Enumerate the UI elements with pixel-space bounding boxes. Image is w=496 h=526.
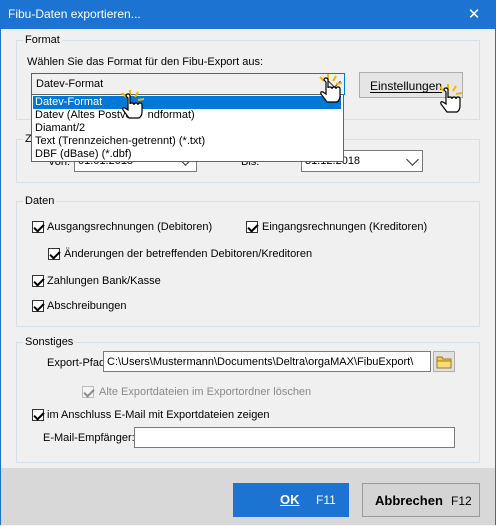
eingangsrechnungen-label: Eingangsrechnungen (Kreditoren)	[262, 221, 428, 233]
abschreibungen-label: Abschreibungen	[47, 300, 127, 312]
hand-cursor-icon	[439, 84, 463, 113]
eingangsrechnungen-checkbox[interactable]	[246, 221, 258, 233]
dropdown-option-label: Text (Trennzeichen-getrennt) (*.txt)	[35, 135, 206, 147]
export-pfad-value: C:\Users\Mustermann\Documents\Deltra\org…	[107, 356, 414, 368]
dropdown-option[interactable]: DBF (dBase) (*.dbf)	[33, 148, 341, 161]
settings-button-label: Einstellungen	[370, 79, 443, 93]
browse-folder-button[interactable]	[433, 351, 455, 372]
ausgangsrechnungen-label: Ausgangsrechnungen (Debitoren)	[47, 221, 213, 233]
dropdown-option-label: Diamant/2	[35, 122, 86, 134]
sonstiges-legend: Sonstiges	[23, 336, 76, 348]
title-bar: Fibu-Daten exportieren... ✕	[0, 0, 496, 29]
daten-legend: Daten	[23, 195, 57, 207]
ok-button[interactable]: OK F11	[233, 483, 349, 517]
dropdown-option[interactable]: Datev (Altes Postve ndformat)	[33, 109, 341, 122]
ausgangsrechnungen-checkbox[interactable]	[32, 221, 44, 233]
dropdown-option[interactable]: Diamant/2	[33, 122, 341, 135]
aenderungen-label: Änderungen der betreffenden Debitoren/Kr…	[64, 248, 313, 260]
zahlungen-checkbox[interactable]	[32, 275, 44, 287]
dropdown-option-label: DBF (dBase) (*.dbf)	[35, 148, 132, 160]
hand-cursor-icon	[319, 74, 343, 103]
export-pfad-input[interactable]: C:\Users\Mustermann\Documents\Deltra\org…	[103, 351, 431, 372]
abbrechen-button[interactable]: Abbrechen F12	[362, 483, 480, 517]
email-empfaenger-input[interactable]	[134, 427, 455, 448]
dropdown-option-label: Datev-Format	[35, 96, 103, 108]
dropdown-option[interactable]: Datev-Format	[33, 96, 341, 109]
ok-button-label: OK	[280, 492, 300, 507]
zahlungen-label: Zahlungen Bank/Kasse	[47, 275, 161, 287]
hand-cursor-icon	[121, 90, 145, 119]
abbrechen-button-label: Abbrechen	[375, 493, 443, 508]
folder-icon	[436, 356, 452, 369]
email-empfaenger-label: E-Mail-Empfänger:	[43, 432, 135, 444]
email-zeigen-checkbox[interactable]	[32, 409, 44, 421]
aenderungen-checkbox[interactable]	[48, 248, 60, 260]
abschreibungen-checkbox[interactable]	[32, 300, 44, 312]
format-select[interactable]: Datev-Format	[31, 73, 345, 95]
email-zeigen-label: im Anschluss E-Mail mit Exportdateien ze…	[47, 409, 270, 421]
chevron-down-icon	[406, 153, 419, 166]
format-select-value: Datev-Format	[36, 78, 104, 90]
abbrechen-shortcut-label: F12	[451, 494, 472, 508]
format-dropdown-list: Datev-Format Datev (Altes Postve ndformat…	[31, 94, 344, 162]
alte-loeschen-label: Alte Exportdateien im Exportordner lösch…	[99, 386, 312, 398]
ok-shortcut-label: F11	[316, 493, 336, 507]
format-legend: Format	[23, 34, 62, 46]
close-icon[interactable]: ✕	[460, 4, 488, 26]
format-prompt: Wählen Sie das Format für den Fibu-Expor…	[27, 56, 263, 68]
export-pfad-label: Export-Pfad:	[47, 357, 109, 369]
dropdown-option-label: ndformat)	[147, 109, 195, 121]
window-title: Fibu-Daten exportieren...	[8, 7, 141, 21]
alte-loeschen-checkbox[interactable]	[82, 386, 94, 398]
dropdown-option[interactable]: Text (Trennzeichen-getrennt) (*.txt)	[33, 135, 341, 148]
